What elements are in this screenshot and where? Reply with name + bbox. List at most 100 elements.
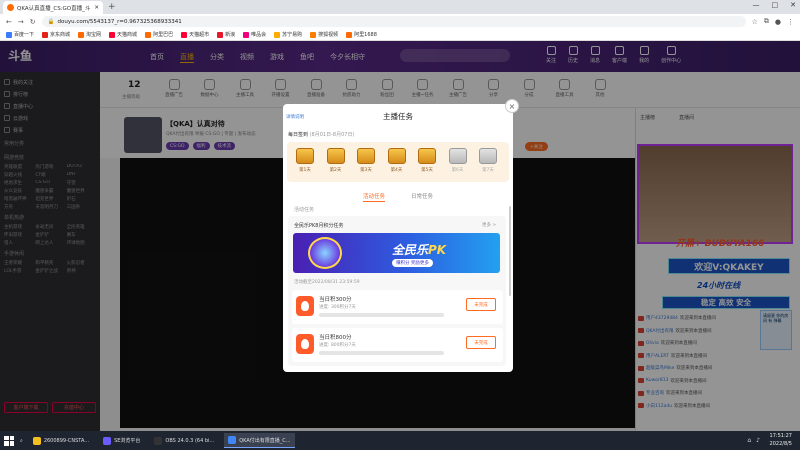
task-progress-text: 进度: 800积分7天	[319, 343, 356, 348]
bookmark-label: 百度一下	[14, 32, 35, 38]
taskbar-app-label: QKA付出有限直播_C...	[239, 437, 291, 444]
bookmark-favicon-icon	[310, 31, 317, 38]
activity-title: 全民乐PK8月积分任务	[294, 223, 344, 229]
fire-icon	[296, 334, 314, 354]
close-modal-button[interactable]: ×	[505, 99, 519, 113]
bookmark-favicon-icon	[109, 31, 116, 38]
bookmark-item[interactable]: 阿里1688	[346, 31, 377, 38]
bookmark-item[interactable]: 京东商城	[42, 31, 70, 38]
search-icon[interactable]: ⌕	[20, 438, 23, 444]
taskbar-app[interactable]: OBS 24.0.3 (64 bi...	[150, 433, 218, 448]
checkin-day-label: 第7天	[482, 168, 494, 173]
modal-scrollbar[interactable]	[509, 206, 511, 296]
modal-tabs: 活动任务 日常任务	[283, 192, 513, 202]
profile-icon[interactable]: ●	[775, 18, 781, 26]
bookmark-label: 唯品会	[251, 32, 267, 38]
windows-start-icon[interactable]	[4, 435, 14, 446]
bookmark-item[interactable]: 淘宝网	[78, 31, 101, 38]
checkin-day-label: 第3天	[360, 168, 372, 173]
bookmark-label: 天猫商城	[117, 32, 138, 38]
url-text: douyu.com/5543137_r=0.967325368933341	[57, 18, 182, 25]
taskbar-app-label: OBS 24.0.3 (64 bi...	[165, 437, 215, 444]
bookmark-item[interactable]: 天猫商城	[109, 31, 137, 38]
bookmark-star-icon[interactable]: ☆	[752, 18, 758, 26]
checkin-day-label: 第6天	[451, 168, 464, 173]
minimize-button[interactable]: —	[753, 1, 760, 9]
taskbar-app-icon	[228, 436, 237, 444]
bookmark-item[interactable]: 阿里巴巴	[145, 31, 173, 38]
fire-icon	[296, 296, 314, 316]
trophy-badge-icon	[308, 237, 342, 269]
bookmark-item[interactable]: 苏宁易购	[274, 31, 302, 38]
clock-date: 2022/8/5	[769, 440, 792, 447]
back-icon[interactable]: ←	[6, 18, 12, 26]
network-icon[interactable]: ⌂	[747, 437, 751, 444]
treasure-chest-icon	[387, 148, 406, 164]
task-progress-text: 进度: 300积分7天	[319, 305, 356, 310]
checkin-day: 第1天	[294, 148, 316, 173]
bookmark-item[interactable]: 百度一下	[6, 31, 34, 38]
taskbar-app-icon	[32, 436, 41, 445]
task-status-button[interactable]: 未完成	[466, 298, 496, 311]
bookmark-label: 京东商城	[50, 32, 71, 38]
bookmark-favicon-icon	[145, 31, 152, 38]
treasure-chest-icon	[326, 148, 345, 164]
bookmark-label: 搜狐视频	[318, 32, 339, 38]
bookmark-label: 淘宝网	[86, 32, 102, 38]
section-label: 活动任务	[294, 207, 315, 213]
window-controls: — □ ✕	[753, 1, 797, 9]
bookmarks-bar: 百度一下 京东商城 淘宝网 天猫商城 阿里巴巴 天猫超市 新浪 唯品会 苏宁易购 搜狐视频 阿里16…	[0, 29, 800, 41]
close-tab-icon[interactable]: ✕	[94, 5, 99, 11]
bookmark-item[interactable]: 搜狐视频	[310, 31, 338, 38]
site-favicon-icon	[7, 4, 14, 11]
modal-title: 主播任务	[383, 112, 413, 121]
banner-headline-text: 全民乐	[392, 243, 429, 257]
task-status-button[interactable]: 未完成	[466, 336, 496, 349]
checkin-label: 每日签到 (8月01日-8月07日)	[288, 131, 354, 138]
checkin-day-label: 第1天	[299, 168, 311, 173]
bookmark-favicon-icon	[42, 31, 49, 38]
system-clock[interactable]: 17:51:27 2022/8/5	[770, 433, 792, 448]
task-progress-bar	[319, 351, 444, 355]
activity-more-link[interactable]: 更多 >	[482, 222, 496, 228]
bookmark-favicon-icon	[243, 31, 250, 38]
activity-deadline: 活动截至2022/08/31 23:59:59	[294, 280, 360, 285]
tab-daily-tasks[interactable]: 日常任务	[411, 192, 433, 202]
forward-icon[interactable]: →	[18, 18, 24, 26]
bookmark-item[interactable]: 新浪	[217, 31, 235, 38]
task-card: 当日积800分 进度: 800积分7天 未完成	[292, 328, 503, 362]
checkin-day-label: 第2天	[329, 168, 342, 173]
browser-tab[interactable]: QKA认真直播_CS:GO直播_斗... ✕	[3, 1, 103, 14]
treasure-chest-icon	[479, 148, 497, 164]
treasure-chest-icon	[448, 148, 467, 164]
extensions-icon[interactable]: ⧉	[764, 17, 769, 26]
bookmark-favicon-icon	[346, 31, 353, 38]
close-window-button[interactable]: ✕	[790, 1, 796, 9]
banner-pk: PK	[428, 243, 447, 257]
menu-icon[interactable]: ⋮	[787, 18, 794, 26]
taskbar-app[interactable]: 2600899-CNSTA...	[29, 433, 93, 448]
rules-link[interactable]: 详情说明	[286, 114, 304, 120]
treasure-chest-icon	[296, 148, 314, 164]
clock-time: 17:51:27	[769, 433, 792, 439]
taskbar-app[interactable]: QKA付出有限直播_C...	[224, 433, 295, 448]
volume-icon[interactable]: ♪	[756, 437, 760, 444]
new-tab-button[interactable]: +	[108, 2, 116, 12]
treasure-chest-icon	[418, 148, 436, 164]
bookmark-favicon-icon	[6, 31, 12, 38]
tab-activity-tasks[interactable]: 活动任务	[362, 192, 385, 202]
checkin-day: 第6天	[447, 148, 469, 173]
bookmark-label: 阿里1688	[354, 32, 377, 38]
address-bar-row: ← → ↻ 🔒 douyu.com/5543137_r=0.9673253689…	[0, 14, 800, 29]
reload-icon[interactable]: ↻	[30, 18, 36, 26]
bookmark-item[interactable]: 天猫超市	[181, 31, 209, 38]
url-field[interactable]: 🔒 douyu.com/5543137_r=0.967325368933341	[41, 16, 746, 27]
bookmark-item[interactable]: 唯品会	[243, 31, 266, 38]
bookmark-label: 天猫超市	[189, 32, 210, 38]
checkin-day-label: 第4天	[390, 168, 403, 173]
lock-icon: 🔒	[47, 18, 55, 25]
maximize-button[interactable]: □	[772, 1, 779, 9]
checkin-day: 第5天	[416, 148, 438, 173]
taskbar-app[interactable]: SE浏览平台	[99, 433, 144, 448]
checkin-period: (8月01日-8月07日)	[309, 132, 355, 138]
